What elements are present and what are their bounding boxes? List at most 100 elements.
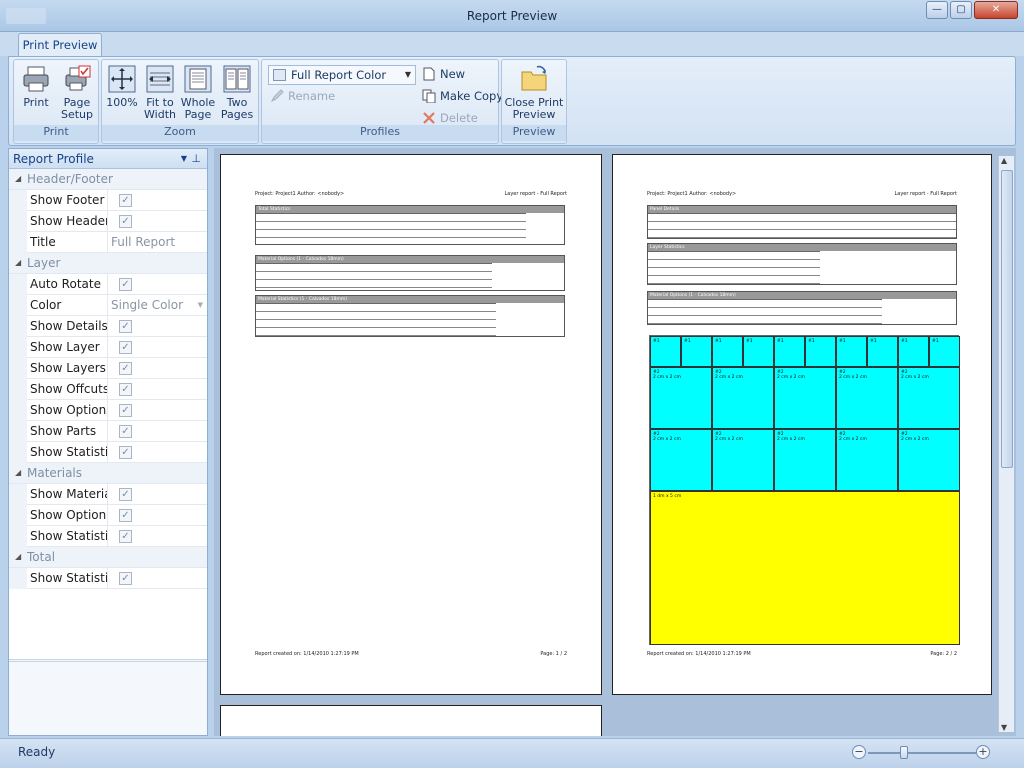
report-profile-title: Report Profile <box>13 152 94 166</box>
pin-icon[interactable]: ⊥ <box>191 149 201 169</box>
zoom-track[interactable] <box>868 752 976 754</box>
property-value[interactable]: ✓ <box>107 400 207 421</box>
checkbox[interactable]: ✓ <box>119 362 132 375</box>
checkbox[interactable]: ✓ <box>119 488 132 501</box>
table-body <box>648 213 956 238</box>
make-copy-button[interactable]: Make Copy <box>420 86 503 106</box>
property-value[interactable]: ✓ <box>107 316 207 337</box>
collapse-icon[interactable]: ◢ <box>15 253 21 273</box>
property-value[interactable]: Full Report <box>107 232 207 253</box>
property-row[interactable]: Show Statistics ✓ <box>9 526 207 547</box>
property-row[interactable]: Show Offcuts ✓ <box>9 379 207 400</box>
fit-to-width-button[interactable]: Fit to Width <box>142 64 178 126</box>
layout-part-cell: #2 2 cm x 2 cm <box>774 429 836 491</box>
preview-area: Project: Project1 Author: <nobody> Layer… <box>214 148 1016 736</box>
property-row[interactable]: Show Footer ✓ <box>9 190 207 211</box>
page1-section-title: Material Statistics (1 - Calvados 18mm) <box>256 296 564 303</box>
property-value[interactable]: ✓ <box>107 526 207 547</box>
pane-menu-icon[interactable]: ▼ <box>181 149 187 169</box>
two-pages-label-2: Pages <box>220 108 254 121</box>
checkbox[interactable]: ✓ <box>119 341 132 354</box>
property-row[interactable]: Show Header ✓ <box>9 211 207 232</box>
property-row[interactable]: Auto Rotate ✓ <box>9 274 207 295</box>
category-header[interactable]: ◢ Layer <box>9 253 207 274</box>
checkbox[interactable]: ✓ <box>119 425 132 438</box>
property-value[interactable]: ✓ <box>107 337 207 358</box>
collapse-icon[interactable]: ◢ <box>15 463 21 483</box>
category-header[interactable]: ◢ Header/Footer <box>9 169 207 190</box>
checkbox[interactable]: ✓ <box>119 194 132 207</box>
property-row[interactable]: Show Option ✓ <box>9 505 207 526</box>
property-value[interactable]: ✓ <box>107 442 207 463</box>
zoom-100-button[interactable]: 100% <box>104 64 140 126</box>
chevron-down-icon[interactable]: ▼ <box>198 295 203 315</box>
page1-material-options-table: Material Options (1 - Calvados 18mm) <box>255 255 565 291</box>
property-row[interactable]: Show Parts ✓ <box>9 421 207 442</box>
rename-label: Rename <box>288 89 336 103</box>
folder-close-icon <box>521 65 547 91</box>
collapse-icon[interactable]: ◢ <box>15 547 21 567</box>
page1-section-title: Material Options (1 - Calvados 18mm) <box>256 256 564 263</box>
category-header[interactable]: ◢ Total <box>9 547 207 568</box>
whole-page-button[interactable]: Whole Page <box>180 64 216 126</box>
checkbox[interactable]: ✓ <box>119 572 132 585</box>
profile-select[interactable]: Full Report Color ▼ <box>268 65 416 85</box>
page1-header-left: Project: Project1 Author: <nobody> <box>255 191 345 197</box>
category-header[interactable]: ◢ Materials <box>9 463 207 484</box>
checkbox[interactable]: ✓ <box>119 215 132 228</box>
status-bar: Ready − + <box>0 738 1024 768</box>
property-row[interactable]: Show Options ✓ <box>9 400 207 421</box>
property-row[interactable]: Show Details ✓ <box>9 316 207 337</box>
property-row[interactable]: Show Statistics ✓ <box>9 442 207 463</box>
property-value[interactable]: ✓ <box>107 421 207 442</box>
checkbox[interactable]: ✓ <box>119 530 132 543</box>
property-row[interactable]: Show Material ✓ <box>9 484 207 505</box>
two-pages-button[interactable]: Two Pages <box>218 64 256 126</box>
maximize-button[interactable]: ▢ <box>950 1 972 19</box>
property-value[interactable]: ✓ <box>107 484 207 505</box>
zoom-in-button[interactable]: + <box>976 745 990 759</box>
page2-section-title: Material Options (1 - Calvados 18mm) <box>648 292 956 299</box>
zoom-out-button[interactable]: − <box>852 745 866 759</box>
page2-panel-details-table: Panel Details <box>647 205 957 239</box>
collapse-icon[interactable]: ◢ <box>15 169 21 189</box>
rename-button[interactable]: Rename <box>268 86 335 106</box>
property-value[interactable]: ✓ <box>107 274 207 295</box>
layout-part-cell: #1 <box>929 336 960 367</box>
checkbox[interactable]: ✓ <box>119 278 132 291</box>
tab-print-preview[interactable]: Print Preview <box>18 33 102 57</box>
property-row[interactable]: Color Single Color ▼ <box>9 295 207 316</box>
property-value[interactable]: Single Color ▼ <box>107 295 207 316</box>
scroll-up-icon[interactable]: ▲ <box>1001 156 1007 165</box>
zoom-knob[interactable] <box>900 746 908 759</box>
property-value[interactable]: ✓ <box>107 190 207 211</box>
new-profile-button[interactable]: New <box>420 64 465 84</box>
property-row[interactable]: Show Statistics ✓ <box>9 568 207 589</box>
checkbox[interactable]: ✓ <box>119 404 132 417</box>
scroll-thumb[interactable] <box>1001 170 1013 468</box>
checkbox[interactable]: ✓ <box>119 509 132 522</box>
checkbox[interactable]: ✓ <box>119 446 132 459</box>
property-value[interactable]: ✓ <box>107 505 207 526</box>
layout-part-cell: #2 2 cm x 2 cm <box>898 429 960 491</box>
property-value[interactable]: ✓ <box>107 211 207 232</box>
checkbox[interactable]: ✓ <box>119 383 132 396</box>
property-row[interactable]: Show Layer ✓ <box>9 337 207 358</box>
row-gutter <box>9 190 27 211</box>
property-value[interactable]: ✓ <box>107 568 207 589</box>
property-row[interactable]: Title Full Report <box>9 232 207 253</box>
scroll-down-icon[interactable]: ▼ <box>1001 723 1007 732</box>
part-size: 2 cm x 2 cm <box>839 437 867 442</box>
property-grid: ◢ Header/Footer Show Footer ✓ Show Header ✓ Ti… <box>9 169 207 589</box>
preview-vertical-scrollbar[interactable]: ▲ ▼ <box>998 156 1014 732</box>
property-value[interactable]: ✓ <box>107 358 207 379</box>
minimize-button[interactable]: — <box>926 1 948 19</box>
close-print-preview-button[interactable]: Close Print Preview <box>504 64 564 126</box>
close-window-button[interactable]: ✕ <box>974 1 1018 19</box>
zoom-slider[interactable]: − + <box>852 745 992 761</box>
checkbox[interactable]: ✓ <box>119 320 132 333</box>
print-button[interactable]: Print <box>18 64 54 126</box>
property-row[interactable]: Show Layers ✓ <box>9 358 207 379</box>
page-setup-button[interactable]: Page Setup <box>58 64 96 126</box>
property-value[interactable]: ✓ <box>107 379 207 400</box>
